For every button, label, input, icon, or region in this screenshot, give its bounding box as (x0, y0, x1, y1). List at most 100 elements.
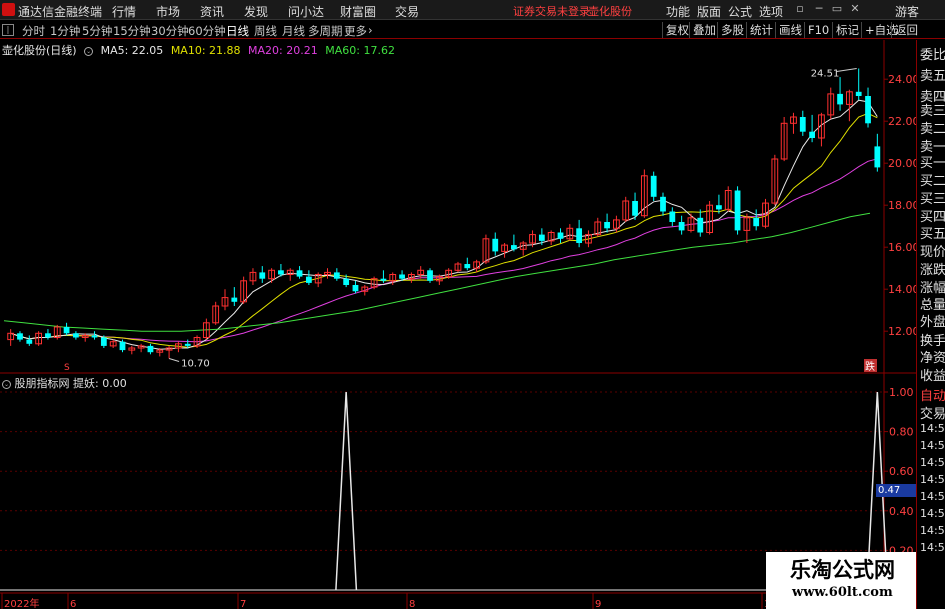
indicator-name: 股朋指标网 (14, 377, 70, 390)
trade-label[interactable]: 交易 (920, 403, 945, 422)
side-item[interactable]: 买三 (920, 188, 945, 207)
menu-wealth[interactable]: 财富圈 (340, 3, 376, 20)
btn-overlay[interactable]: 叠加 (689, 22, 716, 38)
menu-ask[interactable]: 问小达 (288, 3, 324, 20)
ma10-label: MA10: 21.88 (170, 44, 241, 57)
candle-body (799, 117, 806, 132)
side-item[interactable]: 卖三 (920, 100, 945, 119)
candle-body (716, 205, 722, 210)
menu-layout[interactable]: 版面 (697, 3, 721, 20)
side-item[interactable]: 现价 (920, 241, 945, 260)
indicator-tick-label: 1.00 (889, 386, 914, 399)
trade-time: 14:55 (920, 439, 945, 452)
ma20-line (10, 158, 878, 343)
minimize-icon[interactable]: ─ (812, 2, 826, 16)
period-weekly[interactable]: 周线 (254, 23, 277, 39)
quote-side-panel: 委比 卖五 卖四 卖三 卖二 卖一 买一 买二 买三 买四 买五 现价 涨跌 涨… (916, 40, 945, 609)
skin-icon[interactable]: ▫ (793, 2, 807, 16)
collapse-icon[interactable]: | (2, 24, 14, 36)
period-1min[interactable]: 1分钟 (50, 23, 80, 39)
menu-formula[interactable]: 公式 (728, 3, 752, 20)
period-5min[interactable]: 5分钟 (82, 23, 112, 39)
period-more[interactable]: 更多 (344, 23, 367, 39)
watermark: 乐淘公式网 www.60lt.com (766, 552, 916, 609)
period-tick[interactable]: 分时 (22, 23, 45, 39)
menu-trade[interactable]: 交易 (395, 3, 419, 20)
period-daily[interactable]: 日线 (226, 23, 249, 39)
date-tick-label: 9 (595, 599, 601, 609)
watermark-url: www.60lt.com (792, 585, 893, 600)
price-tick-label: 22.00 (888, 115, 916, 128)
candle-body (538, 234, 545, 241)
candle-body (734, 190, 741, 231)
period-multi[interactable]: 多周期 (308, 23, 343, 39)
period-15min[interactable]: 15分钟 (113, 23, 151, 39)
btn-f10[interactable]: F10 (804, 22, 829, 38)
current-stock: 壶化股份 (588, 5, 632, 18)
menu-options[interactable]: 选项 (759, 3, 783, 20)
side-item[interactable]: 买二 (920, 170, 945, 189)
candle-body (231, 297, 238, 302)
btn-multi-stock[interactable]: 多股 (717, 22, 744, 38)
candle-body (333, 272, 340, 279)
auto-trade-label[interactable]: 自动 (920, 385, 945, 404)
btn-statistics[interactable]: 统计 (746, 22, 773, 38)
menu-discover[interactable]: 发现 (244, 3, 268, 20)
side-item[interactable]: 涨跌 (920, 259, 945, 278)
app-title: 通达信金融终端 (18, 5, 103, 19)
login-warning[interactable]: 证券交易未登录 (513, 3, 590, 19)
menu-quotes[interactable]: 行情 (112, 3, 136, 20)
candle-body (45, 333, 51, 338)
candle-body (650, 175, 657, 197)
price-tick-label: 16.00 (888, 241, 916, 254)
candle-body (865, 96, 871, 124)
indicator-settings-icon[interactable]: ⌄ (2, 379, 11, 389)
trade-time: 14:56 (920, 473, 945, 486)
candle-body (427, 270, 433, 281)
side-item[interactable]: 净资 (920, 347, 945, 366)
ma60-line (3, 212, 871, 332)
candle-body (259, 272, 266, 279)
badge-label: 跌 (865, 360, 875, 373)
side-item[interactable]: 卖二 (920, 118, 945, 137)
menu-bar: 通达信金融终端 行情 市场 资讯 发现 问小达 财富圈 交易 证券交易未登录 壶… (0, 0, 945, 20)
settings-circle-icon[interactable]: ⌄ (84, 46, 94, 56)
candle-body (874, 146, 881, 168)
s-marker: S (64, 363, 70, 373)
ma20-label: MA20: 20.21 (248, 44, 318, 57)
price-tick-label: 24.00 (888, 73, 916, 86)
period-60min[interactable]: 60分钟 (188, 23, 226, 39)
menu-news[interactable]: 资讯 (200, 3, 224, 20)
restore-icon[interactable]: ▭ (830, 2, 844, 16)
chart-info: 壶化股份(日线) ⌄ MA5: 22.05 MA10: 21.88 MA20: … (2, 42, 399, 58)
side-item[interactable]: 买五 (920, 223, 945, 242)
price-tick-label: 14.00 (888, 283, 916, 296)
candle-body (296, 270, 303, 277)
date-tick-label: 8 (409, 599, 415, 609)
candle-body (660, 196, 666, 212)
user-guest[interactable]: 游客 (895, 3, 919, 20)
candle-body (147, 345, 154, 353)
chart-area[interactable]: 24.00 22.00 20.00 18.00 16.00 14.00 12.00 24.51… (0, 40, 916, 609)
candle-body (697, 217, 704, 233)
period-30min[interactable]: 30分钟 (151, 23, 189, 39)
candle-body (632, 201, 638, 216)
menu-function[interactable]: 功能 (666, 3, 690, 20)
btn-draw[interactable]: 画线 (775, 22, 802, 38)
side-item[interactable]: 委比 (920, 44, 945, 63)
menu-market[interactable]: 市场 (156, 3, 180, 20)
btn-back[interactable]: 返回 (891, 22, 918, 38)
close-icon[interactable]: ✕ (848, 2, 862, 16)
trade-time: 14:56 (920, 541, 945, 554)
period-monthly[interactable]: 月线 (282, 23, 305, 39)
side-item[interactable]: 卖五 (920, 65, 945, 84)
btn-adjust[interactable]: 复权 (662, 22, 689, 38)
more-chevron-icon[interactable]: › (368, 23, 373, 37)
side-item[interactable]: 买一 (920, 152, 945, 171)
candle-body (492, 238, 499, 252)
trade-time: 14:56 (920, 507, 945, 520)
btn-mark[interactable]: 标记 (832, 22, 859, 38)
side-item[interactable]: 外盘 (920, 311, 945, 330)
candle-body (91, 335, 98, 338)
side-item[interactable]: 收益 (920, 365, 945, 384)
